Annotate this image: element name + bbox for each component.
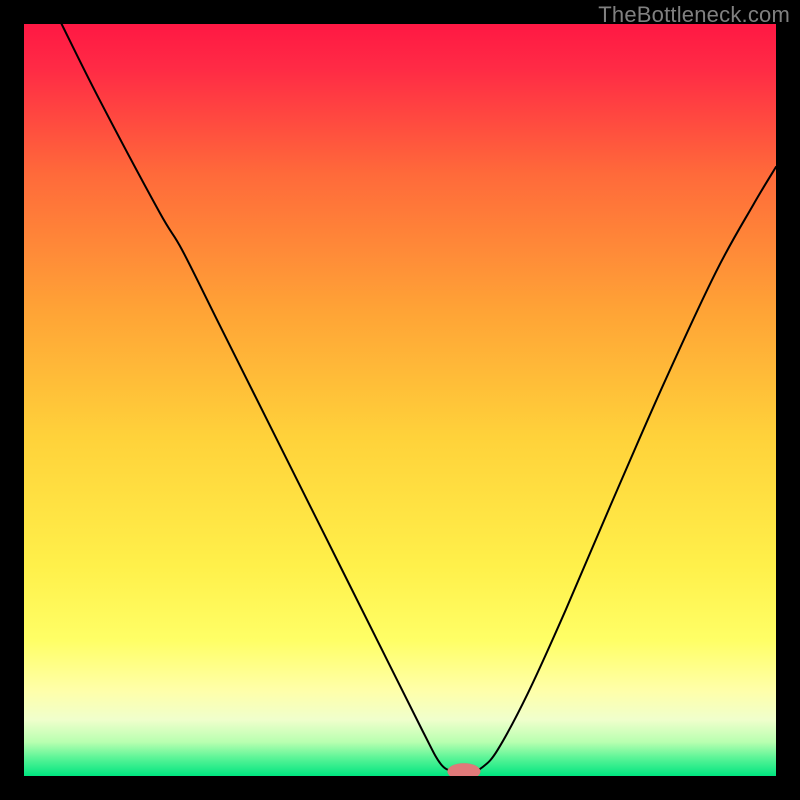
gradient-background — [24, 24, 776, 776]
plot-area — [24, 24, 776, 776]
chart-frame: TheBottleneck.com — [0, 0, 800, 800]
attribution-label: TheBottleneck.com — [598, 2, 790, 28]
chart-svg — [24, 24, 776, 776]
